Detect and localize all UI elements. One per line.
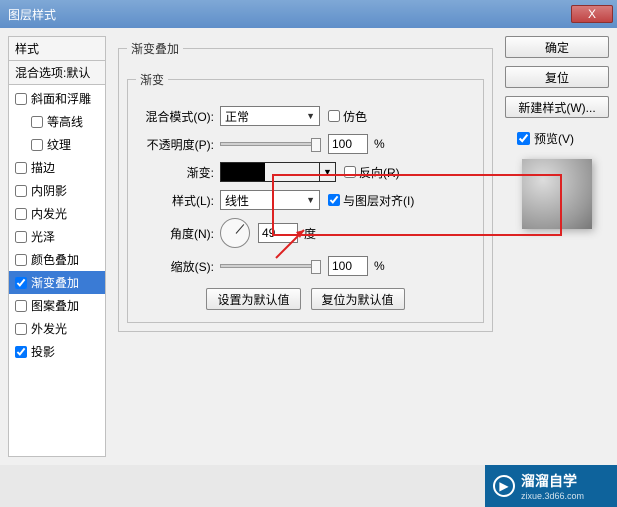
preview-checkbox[interactable]: 预览(V): [505, 130, 609, 147]
cancel-button[interactable]: 复位: [505, 66, 609, 88]
reverse-checkbox[interactable]: 反向(R): [344, 164, 400, 181]
blend-options-default[interactable]: 混合选项:默认: [9, 61, 105, 85]
watermark: ▶ 溜溜自学 zixue.3d66.com: [485, 465, 617, 507]
style-checkbox[interactable]: [31, 116, 43, 128]
slider-thumb[interactable]: [311, 260, 321, 274]
align-checkbox[interactable]: 与图层对齐(I): [328, 192, 414, 209]
style-checkbox[interactable]: [15, 346, 27, 358]
style-label: 内阴影: [31, 182, 67, 199]
style-item-7[interactable]: 颜色叠加: [9, 248, 105, 271]
gradient-dropdown[interactable]: ▼: [320, 162, 336, 182]
slider-thumb[interactable]: [311, 138, 321, 152]
style-label: 样式(L):: [136, 192, 214, 209]
scale-label: 缩放(S):: [136, 258, 214, 275]
style-checkbox[interactable]: [15, 300, 27, 312]
style-item-8[interactable]: 渐变叠加: [9, 271, 105, 294]
styles-sidebar: 样式 混合选项:默认 斜面和浮雕等高线纹理描边内阴影内发光光泽颜色叠加渐变叠加图…: [8, 36, 106, 457]
inner-title: 渐变: [136, 71, 168, 88]
style-label: 光泽: [31, 228, 55, 245]
style-item-10[interactable]: 外发光: [9, 317, 105, 340]
style-item-3[interactable]: 描边: [9, 156, 105, 179]
style-label: 斜面和浮雕: [31, 90, 91, 107]
style-select[interactable]: 线性 ▼: [220, 190, 320, 210]
style-label: 颜色叠加: [31, 251, 79, 268]
style-label: 渐变叠加: [31, 274, 79, 291]
style-item-9[interactable]: 图案叠加: [9, 294, 105, 317]
style-checkbox[interactable]: [31, 139, 43, 151]
style-item-11[interactable]: 投影: [9, 340, 105, 363]
style-checkbox[interactable]: [15, 277, 27, 289]
style-checkbox[interactable]: [15, 93, 27, 105]
chevron-down-icon: ▼: [306, 111, 315, 121]
style-label: 内发光: [31, 205, 67, 222]
chevron-down-icon: ▼: [306, 195, 315, 205]
style-item-2[interactable]: 纹理: [9, 133, 105, 156]
style-checkbox[interactable]: [15, 231, 27, 243]
ok-button[interactable]: 确定: [505, 36, 609, 58]
style-label: 外发光: [31, 320, 67, 337]
preview-thumbnail: [522, 159, 592, 229]
window-title: 图层样式: [8, 6, 571, 23]
gradient-label: 渐变:: [136, 164, 214, 181]
gradient-picker[interactable]: [220, 162, 320, 182]
new-style-button[interactable]: 新建样式(W)...: [505, 96, 609, 118]
blend-mode-select[interactable]: 正常 ▼: [220, 106, 320, 126]
style-label: 纹理: [47, 136, 71, 153]
opacity-input[interactable]: 100: [328, 134, 368, 154]
style-item-4[interactable]: 内阴影: [9, 179, 105, 202]
style-checkbox[interactable]: [15, 185, 27, 197]
style-item-1[interactable]: 等高线: [9, 110, 105, 133]
angle-input[interactable]: 49: [258, 223, 298, 243]
styles-header[interactable]: 样式: [9, 37, 105, 61]
style-checkbox[interactable]: [15, 254, 27, 266]
opacity-slider[interactable]: [220, 142, 320, 146]
blend-mode-label: 混合模式(O):: [136, 108, 214, 125]
reset-default-button[interactable]: 复位为默认值: [311, 288, 405, 310]
close-button[interactable]: X: [571, 5, 613, 23]
set-default-button[interactable]: 设置为默认值: [206, 288, 300, 310]
close-icon: X: [588, 7, 596, 21]
angle-label: 角度(N):: [136, 225, 214, 242]
style-checkbox[interactable]: [15, 323, 27, 335]
style-label: 描边: [31, 159, 55, 176]
style-label: 等高线: [47, 113, 83, 130]
style-label: 图案叠加: [31, 297, 79, 314]
opacity-label: 不透明度(P):: [136, 136, 214, 153]
scale-slider[interactable]: [220, 264, 320, 268]
gradient-group: 渐变 混合模式(O): 正常 ▼ 仿色 不透明度(P): 100: [127, 71, 484, 323]
dither-checkbox[interactable]: 仿色: [328, 108, 367, 125]
play-icon: ▶: [493, 475, 515, 497]
style-checkbox[interactable]: [15, 208, 27, 220]
style-item-6[interactable]: 光泽: [9, 225, 105, 248]
angle-dial[interactable]: [220, 218, 250, 248]
scale-input[interactable]: 100: [328, 256, 368, 276]
group-title: 渐变叠加: [127, 40, 183, 57]
style-label: 投影: [31, 343, 55, 360]
style-checkbox[interactable]: [15, 162, 27, 174]
gradient-overlay-group: 渐变叠加 渐变 混合模式(O): 正常 ▼ 仿色 不透明度(P):: [118, 40, 493, 332]
style-item-0[interactable]: 斜面和浮雕: [9, 87, 105, 110]
style-item-5[interactable]: 内发光: [9, 202, 105, 225]
